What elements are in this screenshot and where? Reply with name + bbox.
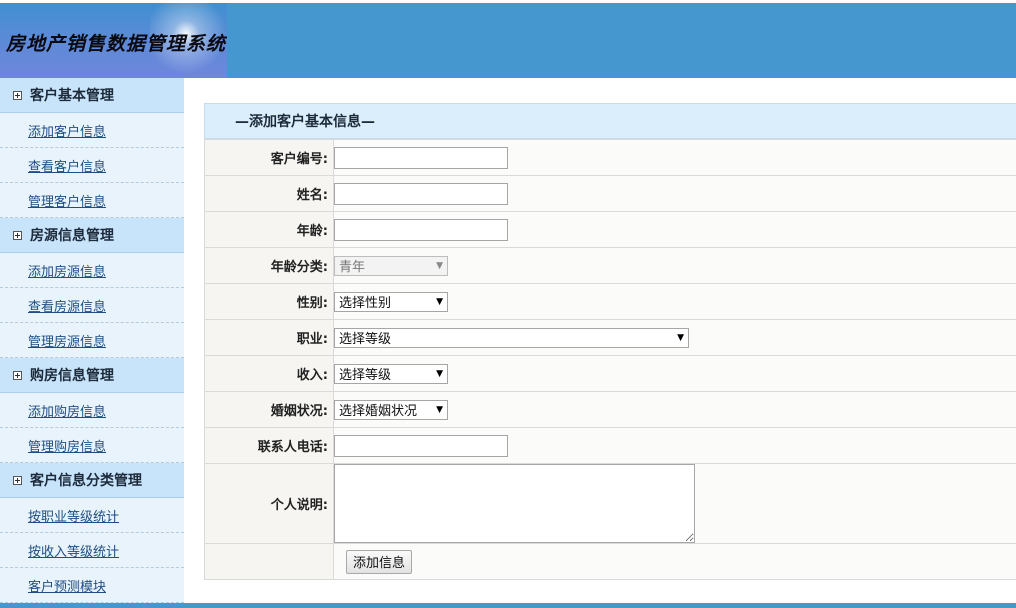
field-label: 收入: <box>204 355 334 392</box>
select-value: 青年 <box>339 260 366 275</box>
phone-input[interactable] <box>334 434 508 457</box>
sidebar: 客户基本管理 添加客户信息 查看客户信息 管理客户信息 房源信息管理 添加房源信… <box>0 78 184 608</box>
form-row: 婚姻状况: 选择婚姻状况 ▼ <box>204 391 1016 428</box>
chevron-down-icon: ▼ <box>677 332 684 343</box>
form-row: 年龄: <box>204 211 1016 248</box>
gender-select[interactable]: 选择性别 ▼ <box>334 291 448 312</box>
nav-link[interactable]: 添加房源信息 <box>28 261 106 280</box>
sidebar-group-label: 房源信息管理 <box>30 228 114 244</box>
field-label: 职业: <box>204 319 334 356</box>
add-info-button[interactable]: 添加信息 <box>346 549 413 574</box>
form-row: 职业: 选择等级 ▼ <box>204 319 1016 356</box>
chevron-down-icon: ▼ <box>436 260 443 271</box>
chevron-down-icon: ▼ <box>436 368 443 379</box>
sidebar-group-label: 客户基本管理 <box>30 88 114 104</box>
sidebar-item-add-housing: 添加房源信息 <box>0 253 184 288</box>
chevron-down-icon: ▼ <box>436 404 443 415</box>
nav-link[interactable]: 管理购房信息 <box>28 436 106 455</box>
sidebar-group-classification[interactable]: 客户信息分类管理 <box>0 463 184 498</box>
app-title: 房地产销售数据管理系统 <box>6 33 227 55</box>
field-label: 年龄: <box>204 211 334 248</box>
form-row: 年龄分类: 青年 ▼ <box>204 247 1016 284</box>
marital-status-select[interactable]: 选择婚姻状况 ▼ <box>334 399 448 420</box>
field-label: 联系人电话: <box>204 427 334 464</box>
field-label: 性别: <box>204 283 334 320</box>
main-content: —添加客户基本信息— 客户编号: 姓名: 年龄: 年龄分类: 青年 ▼ 性别: <box>204 103 1016 580</box>
field-label: 姓名: <box>204 175 334 212</box>
form-row: 姓名: <box>204 175 1016 212</box>
sidebar-group-label: 购房信息管理 <box>30 368 114 384</box>
field-label: 婚姻状况: <box>204 391 334 428</box>
field-label: 年龄分类: <box>204 247 334 284</box>
nav-link[interactable]: 按职业等级统计 <box>28 506 119 525</box>
name-input[interactable] <box>334 182 508 205</box>
age-category-select[interactable]: 青年 ▼ <box>334 255 448 276</box>
description-textarea[interactable] <box>334 464 695 543</box>
customer-form: 客户编号: 姓名: 年龄: 年龄分类: 青年 ▼ 性别: 选择性别 ▼ 职业: … <box>204 139 1016 580</box>
nav-link[interactable]: 添加客户信息 <box>28 121 106 140</box>
select-value: 选择等级 <box>339 368 392 383</box>
sidebar-item-stats-occupation: 按职业等级统计 <box>0 498 184 533</box>
field-label: 个人说明: <box>204 463 334 544</box>
customer-id-input[interactable] <box>334 146 508 169</box>
nav-link[interactable]: 按收入等级统计 <box>28 541 119 560</box>
sidebar-item-view-housing: 查看房源信息 <box>0 288 184 323</box>
nav-link[interactable]: 管理房源信息 <box>28 331 106 350</box>
sidebar-item-manage-customer: 管理客户信息 <box>0 183 184 218</box>
form-row: 客户编号: <box>204 139 1016 176</box>
sidebar-item-stats-income: 按收入等级统计 <box>0 533 184 568</box>
form-title: —添加客户基本信息— <box>204 103 1016 139</box>
nav-link[interactable]: 查看客户信息 <box>28 156 106 175</box>
form-row: 添加信息 <box>204 543 1016 580</box>
bottom-bar <box>0 603 1016 608</box>
nav-link[interactable]: 管理客户信息 <box>28 191 106 210</box>
form-row: 收入: 选择等级 ▼ <box>204 355 1016 392</box>
income-select[interactable]: 选择等级 ▼ <box>334 363 448 384</box>
expand-icon[interactable] <box>13 230 22 240</box>
expand-icon[interactable] <box>13 475 22 485</box>
app-logo: 房地产销售数据管理系统 <box>0 3 227 78</box>
select-value: 选择等级 <box>339 332 392 347</box>
sidebar-group-label: 客户信息分类管理 <box>30 473 142 489</box>
form-row: 联系人电话: <box>204 427 1016 464</box>
sidebar-item-prediction: 客户预测模块 <box>0 568 184 603</box>
field-label: 客户编号: <box>204 139 334 176</box>
occupation-select[interactable]: 选择等级 ▼ <box>334 327 689 348</box>
expand-icon[interactable] <box>13 370 22 380</box>
sidebar-group-housing[interactable]: 房源信息管理 <box>0 218 184 253</box>
sidebar-item-manage-purchase: 管理购房信息 <box>0 428 184 463</box>
sidebar-item-manage-housing: 管理房源信息 <box>0 323 184 358</box>
sidebar-item-add-purchase: 添加购房信息 <box>0 393 184 428</box>
nav-link[interactable]: 客户预测模块 <box>28 576 106 595</box>
age-input[interactable] <box>334 218 508 241</box>
expand-icon[interactable] <box>13 90 22 100</box>
form-row: 个人说明: <box>204 463 1016 544</box>
select-value: 选择婚姻状况 <box>339 404 418 419</box>
sidebar-item-add-customer: 添加客户信息 <box>0 113 184 148</box>
chevron-down-icon: ▼ <box>436 296 443 307</box>
sidebar-group-purchase[interactable]: 购房信息管理 <box>0 358 184 393</box>
sidebar-item-view-customer: 查看客户信息 <box>0 148 184 183</box>
sidebar-group-customer-basic[interactable]: 客户基本管理 <box>0 78 184 113</box>
app-header: 房地产销售数据管理系统 <box>0 3 1016 78</box>
nav-link[interactable]: 查看房源信息 <box>28 296 106 315</box>
select-value: 选择性别 <box>339 296 392 311</box>
nav-link[interactable]: 添加购房信息 <box>28 401 106 420</box>
form-row: 性别: 选择性别 ▼ <box>204 283 1016 320</box>
